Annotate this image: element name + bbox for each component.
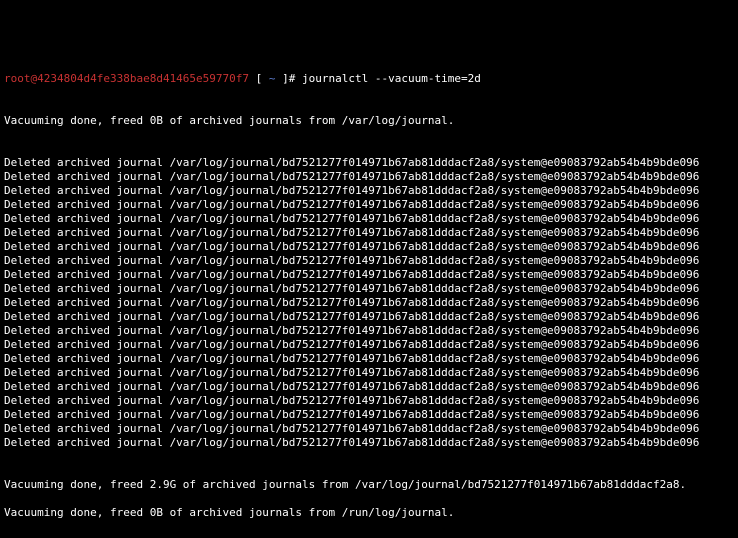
deleted-journal-line: Deleted archived journal /var/log/journa…	[4, 156, 738, 170]
prompt-cwd: ~	[269, 72, 276, 85]
deleted-journal-line: Deleted archived journal /var/log/journa…	[4, 352, 738, 366]
output-line: Vacuuming done, freed 2.9G of archived j…	[4, 478, 738, 492]
deleted-journal-line: Deleted archived journal /var/log/journa…	[4, 422, 738, 436]
command-text: journalctl --vacuum-time=2d	[302, 72, 481, 85]
output-line: Vacuuming done, freed 0B of archived jou…	[4, 114, 738, 128]
deleted-journal-line: Deleted archived journal /var/log/journa…	[4, 436, 738, 450]
deleted-journal-line: Deleted archived journal /var/log/journa…	[4, 296, 738, 310]
prompt-sep: ]#	[276, 72, 303, 85]
deleted-journal-line: Deleted archived journal /var/log/journa…	[4, 338, 738, 352]
deleted-journal-line: Deleted archived journal /var/log/journa…	[4, 240, 738, 254]
deleted-journal-line: Deleted archived journal /var/log/journa…	[4, 184, 738, 198]
deleted-journal-line: Deleted archived journal /var/log/journa…	[4, 268, 738, 282]
deleted-journal-line: Deleted archived journal /var/log/journa…	[4, 324, 738, 338]
deleted-journal-line: Deleted archived journal /var/log/journa…	[4, 170, 738, 184]
output-line: Vacuuming done, freed 0B of archived jou…	[4, 506, 738, 520]
deleted-journal-line: Deleted archived journal /var/log/journa…	[4, 380, 738, 394]
deleted-journal-line: Deleted archived journal /var/log/journa…	[4, 198, 738, 212]
prompt-sep: [	[249, 72, 269, 85]
deleted-journal-line: Deleted archived journal /var/log/journa…	[4, 408, 738, 422]
deleted-journal-line: Deleted archived journal /var/log/journa…	[4, 254, 738, 268]
deleted-journal-line: Deleted archived journal /var/log/journa…	[4, 226, 738, 240]
prompt-user-host: root@4234804d4fe338bae8d41465e59770f7	[4, 72, 249, 85]
deleted-journal-line: Deleted archived journal /var/log/journa…	[4, 212, 738, 226]
deleted-journal-line: Deleted archived journal /var/log/journa…	[4, 282, 738, 296]
deleted-journal-line: Deleted archived journal /var/log/journa…	[4, 394, 738, 408]
deleted-journal-line: Deleted archived journal /var/log/journa…	[4, 366, 738, 380]
deleted-journal-line: Deleted archived journal /var/log/journa…	[4, 310, 738, 324]
prompt-line-1[interactable]: root@4234804d4fe338bae8d41465e59770f7 [ …	[4, 72, 738, 86]
